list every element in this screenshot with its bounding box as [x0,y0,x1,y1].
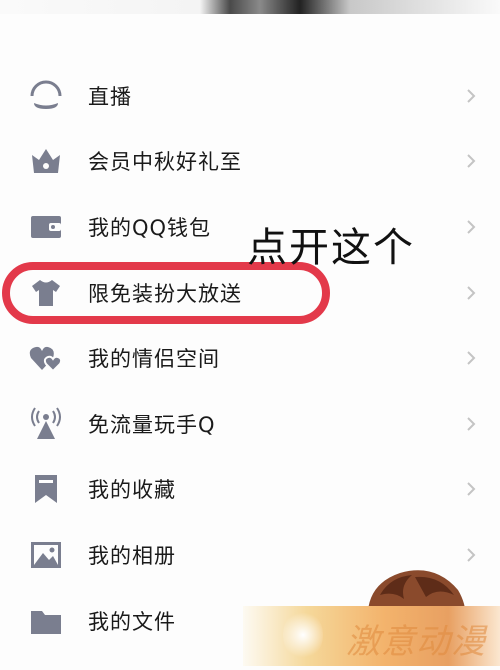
chevron-right-icon [464,283,478,303]
chevron-right-icon [464,414,478,434]
chevron-right-icon [464,86,478,106]
header-photo-strip [0,0,500,14]
wallet-icon [28,209,64,245]
menu-item-label: 免流量玩手Q [88,412,216,437]
folder-icon [28,603,64,639]
signal-tower-icon [28,406,64,442]
menu-item-favorites[interactable]: 我的收藏 [0,457,500,523]
menu-item-label: 我的文件 [88,609,176,634]
menu-item-label: 会员中秋好礼至 [88,150,242,175]
crown-icon [28,143,64,179]
live-icon [28,78,64,114]
watermark: 激意动漫 [243,606,500,666]
chevron-right-icon [464,479,478,499]
menu-item-couple-space[interactable]: 我的情侣空间 [0,325,500,391]
photo-album-icon [28,537,64,573]
menu-item-label: 我的QQ钱包 [88,215,212,240]
chevron-right-icon [464,151,478,171]
menu-item-live[interactable]: 直播 [0,63,500,129]
menu-item-label: 我的相册 [88,543,176,568]
menu-item-label: 直播 [88,84,132,109]
annotation-text: 点开这个 [247,225,415,271]
chevron-right-icon [464,217,478,237]
chevron-right-icon [464,348,478,368]
watermark-text: 激意动漫 [346,622,486,662]
menu-item-free-data[interactable]: 免流量玩手Q [0,391,500,457]
menu-item-vip-gift[interactable]: 会员中秋好礼至 [0,129,500,195]
watermark-glow [283,610,323,660]
menu-item-label: 我的收藏 [88,478,176,503]
bookmark-icon [28,471,64,507]
hearts-icon [28,340,64,376]
menu-item-label: 我的情侣空间 [88,347,220,372]
